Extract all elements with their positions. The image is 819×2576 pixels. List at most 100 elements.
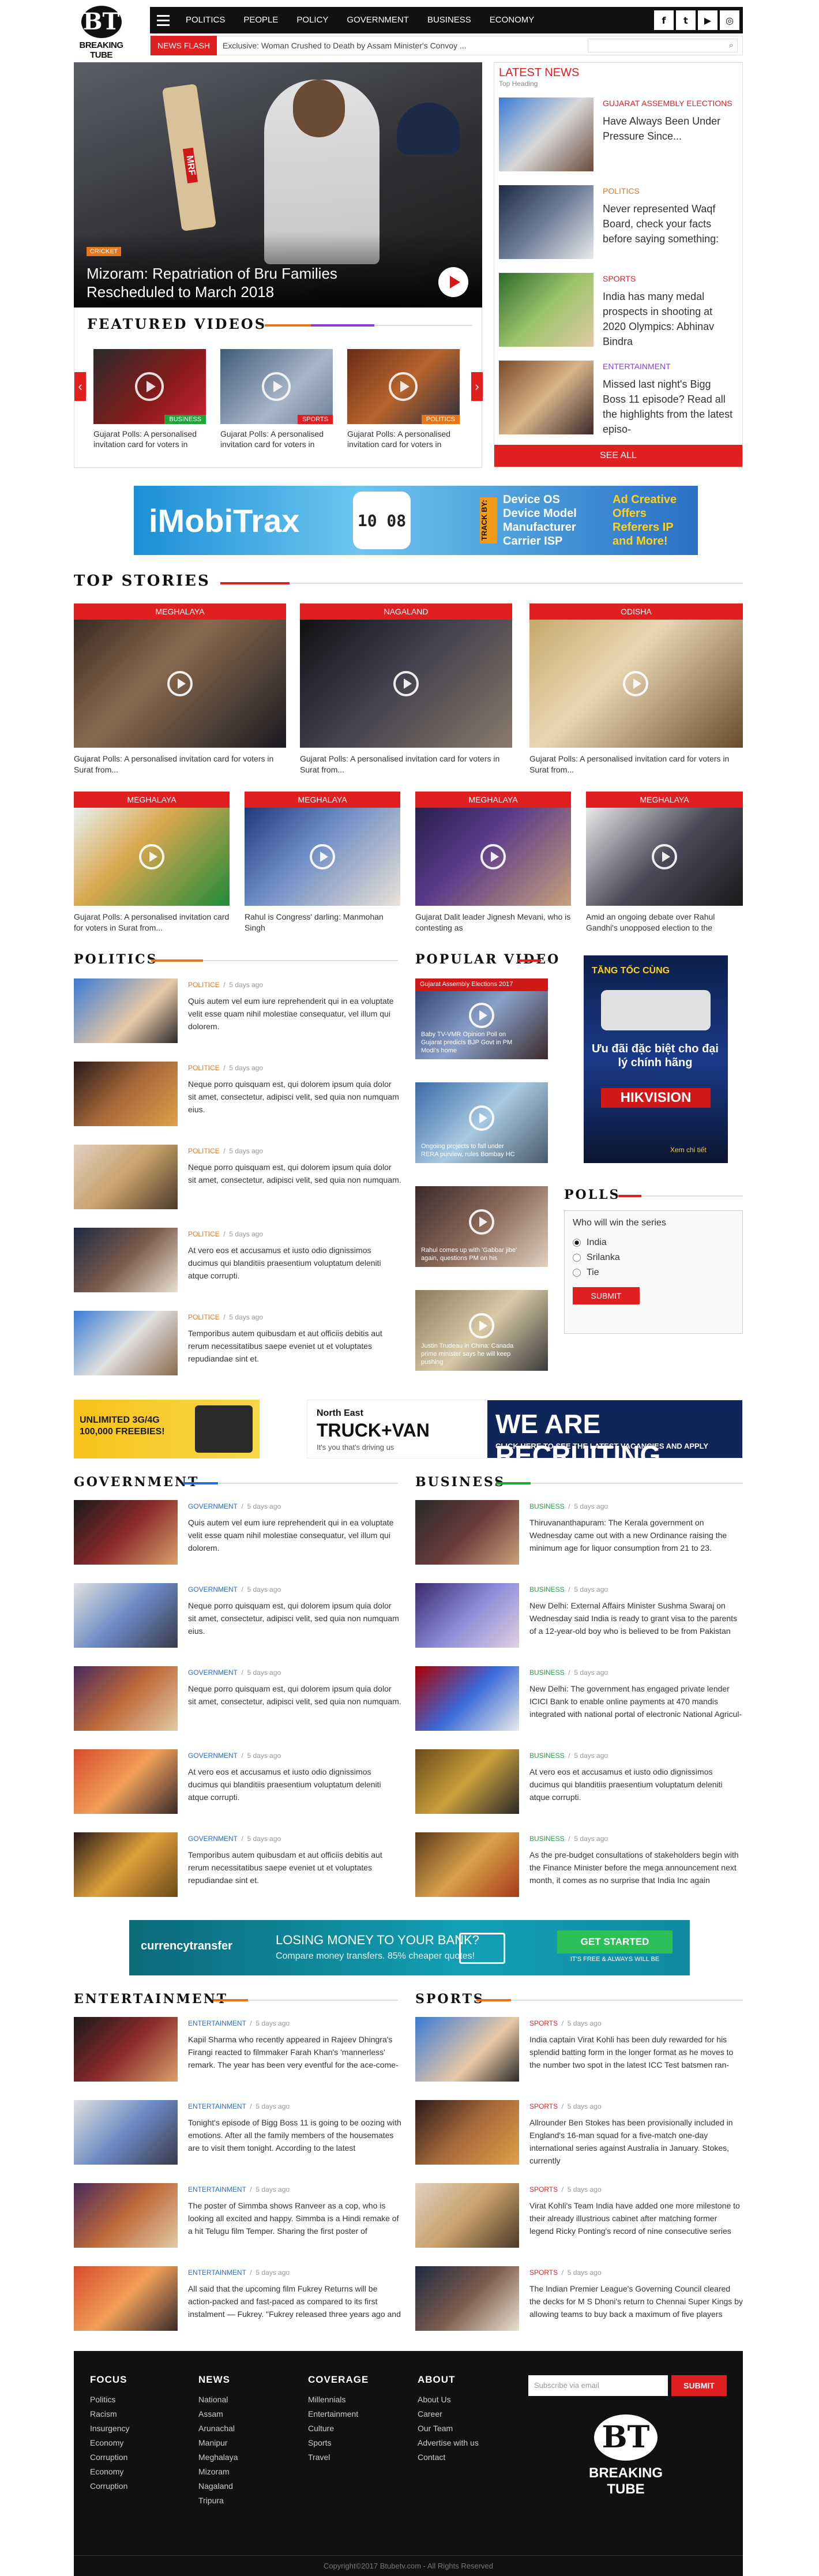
top-story-card[interactable]: NAGALAND Gujarat Polls: A personalised i…: [300, 603, 512, 775]
article-category[interactable]: SPORTS: [529, 2019, 558, 2027]
play-icon[interactable]: [469, 1209, 494, 1235]
story-region-label[interactable]: MEGHALAYA: [245, 792, 400, 808]
search-input[interactable]: ⌕: [588, 39, 738, 53]
story-caption[interactable]: Gujarat Polls: A personalised invitation…: [74, 912, 230, 933]
article-category[interactable]: POLITICE: [188, 1313, 220, 1321]
play-icon[interactable]: [469, 1313, 494, 1338]
radio-selected-icon[interactable]: [573, 1239, 581, 1247]
footer-link[interactable]: Arunachal: [198, 2421, 238, 2436]
news-flash-headline[interactable]: Exclusive: Woman Crushed to Death by Ass…: [217, 41, 588, 50]
card-caption[interactable]: Gujarat Polls: A personalised invitation…: [93, 429, 206, 449]
top-story-card[interactable]: MEGHALAYA Gujarat Polls: A personalised …: [74, 603, 286, 775]
footer-link[interactable]: Insurgency: [90, 2421, 129, 2436]
article-category[interactable]: SPORTS: [529, 2185, 558, 2193]
item-title[interactable]: India has many medal prospects in shooti…: [603, 289, 735, 349]
footer-link[interactable]: Travel: [308, 2450, 369, 2465]
list-item[interactable]: GOVERNMENT / 5 days ago Neque porro quisq…: [74, 1583, 399, 1648]
nav-politics[interactable]: POLITICS: [176, 7, 234, 33]
list-item[interactable]: BUSINESS / 5 days ago New Delhi: The gove…: [415, 1666, 742, 1731]
article-category[interactable]: POLITICE: [188, 1064, 220, 1072]
latest-news-item[interactable]: SPORTS India has many medal prospects in…: [499, 273, 740, 348]
list-item[interactable]: ENTERTAINMENT / 5 days ago All said that …: [74, 2266, 401, 2331]
list-item[interactable]: POLITICE / 5 days ago Temporibus autem qu…: [74, 1311, 397, 1375]
footer-link[interactable]: Corruption: [90, 2450, 129, 2465]
footer-link[interactable]: About Us: [418, 2393, 479, 2407]
footer-link[interactable]: Career: [418, 2407, 479, 2421]
footer-link[interactable]: Culture: [308, 2421, 369, 2436]
article-category[interactable]: POLITICE: [188, 1230, 220, 1238]
story-region-label[interactable]: NAGALAND: [300, 603, 512, 620]
play-icon[interactable]: [139, 844, 164, 869]
article-thumbnail[interactable]: [415, 2266, 519, 2331]
hikvision-ad-banner[interactable]: TĂNG TỐC CÙNG Ưu đãi đặc biệt cho đại lý…: [584, 955, 728, 1163]
popular-video-card[interactable]: Rahul comes up with 'Gabbar jibe' again,…: [415, 1186, 548, 1267]
article-thumbnail[interactable]: [415, 2017, 519, 2082]
play-icon[interactable]: [469, 1003, 494, 1028]
article-summary[interactable]: Thiruvananthapuram: The Kerala governmen…: [529, 1516, 743, 1554]
footer-link[interactable]: Contact: [418, 2450, 479, 2465]
story-caption[interactable]: Gujarat Dalit leader Jignesh Mevani, who…: [415, 912, 571, 933]
article-thumbnail[interactable]: [415, 1500, 519, 1565]
footer-link[interactable]: Assam: [198, 2407, 238, 2421]
site-logo[interactable]: BT BREAKING TUBE: [74, 6, 129, 60]
top-story-card[interactable]: MEGHALAYA Gujarat Polls: A personalised …: [74, 792, 230, 933]
poll-option-srilanka[interactable]: Srilanka: [565, 1250, 742, 1265]
recruiting-ad-banner[interactable]: North East TRUCK+VAN It's you that's dri…: [307, 1400, 743, 1458]
latest-news-item[interactable]: GUJARAT ASSEMBLY ELECTIONS Have Always B…: [499, 98, 740, 173]
article-thumbnail[interactable]: [74, 1228, 178, 1292]
nav-economy[interactable]: ECONOMY: [480, 7, 544, 33]
list-item[interactable]: POLITICE / 5 days ago Quis autem vel eum …: [74, 978, 397, 1043]
article-thumbnail[interactable]: [74, 1062, 178, 1126]
list-item[interactable]: GOVERNMENT / 5 days ago Neque porro quisq…: [74, 1666, 401, 1731]
article-category[interactable]: GOVERNMENT: [188, 1668, 238, 1677]
article-summary[interactable]: Quis autem vel eum iure reprehenderit qu…: [188, 1516, 401, 1554]
story-region-label[interactable]: ODISHA: [529, 603, 743, 620]
list-item[interactable]: BUSINESS / 5 days ago At vero eos et accu…: [415, 1749, 738, 1814]
list-item[interactable]: POLITICE / 5 days ago Neque porro quisqua…: [74, 1145, 401, 1209]
story-caption[interactable]: Amid an ongoing debate over Rahul Gandhi…: [586, 912, 743, 933]
list-item[interactable]: BUSINESS / 5 days ago New Delhi: External…: [415, 1583, 738, 1648]
article-thumbnail[interactable]: [74, 2100, 178, 2165]
article-summary[interactable]: At vero eos et accusamus et iusto odio d…: [188, 1244, 401, 1282]
poll-option-india[interactable]: India: [565, 1235, 742, 1250]
article-category[interactable]: ENTERTAINMENT: [188, 2019, 246, 2027]
article-summary[interactable]: Virat Kohli's Team India have added one …: [529, 2199, 743, 2237]
list-item[interactable]: SPORTS / 5 days ago Allrounder Ben Stokes…: [415, 2100, 738, 2165]
article-category[interactable]: BUSINESS: [529, 1752, 565, 1760]
article-category[interactable]: BUSINESS: [529, 1668, 565, 1677]
footer-link[interactable]: Our Team: [418, 2421, 479, 2436]
list-item[interactable]: GOVERNMENT / 5 days ago Quis autem vel eu…: [74, 1500, 397, 1565]
video-caption[interactable]: Rahul comes up with 'Gabbar jibe' again,…: [421, 1246, 519, 1262]
article-thumbnail[interactable]: [415, 1583, 519, 1648]
list-item[interactable]: GOVERNMENT / 5 days ago Temporibus autem …: [74, 1832, 397, 1897]
article-summary[interactable]: All said that the upcoming film Fukrey R…: [188, 2282, 401, 2320]
featured-prev-button[interactable]: ‹: [74, 372, 86, 401]
article-summary[interactable]: New Delhi: External Affairs Minister Sus…: [529, 1599, 743, 1637]
ct-get-started-button[interactable]: GET STARTED: [557, 1930, 673, 1953]
footer-link[interactable]: Advertise with us: [418, 2436, 479, 2450]
story-caption[interactable]: Gujarat Polls: A personalised invitation…: [300, 753, 512, 775]
article-summary[interactable]: New Delhi: The government has engaged pr…: [529, 1682, 743, 1720]
play-icon[interactable]: [480, 844, 506, 869]
story-caption[interactable]: Gujarat Polls: A personalised invitation…: [529, 753, 743, 775]
item-title[interactable]: Missed last night's Bigg Boss 11 episode…: [603, 377, 735, 437]
list-item[interactable]: ENTERTAINMENT / 5 days ago Kapil Sharma w…: [74, 2017, 399, 2082]
article-summary[interactable]: Temporibus autem quibusdam et aut offici…: [188, 1848, 401, 1887]
nav-business[interactable]: BUSINESS: [418, 7, 480, 33]
play-icon[interactable]: [389, 372, 418, 401]
story-region-label[interactable]: MEGHALAYA: [74, 603, 286, 620]
ad-detail-link[interactable]: Xem chi tiết: [670, 1146, 707, 1154]
article-summary[interactable]: Neque porro quisquam est, qui dolorem ip…: [188, 1161, 401, 1186]
instagram-icon[interactable]: ◎: [720, 10, 739, 30]
facebook-icon[interactable]: f: [654, 10, 674, 30]
footer-link[interactable]: Politics: [90, 2393, 129, 2407]
article-thumbnail[interactable]: [415, 2183, 519, 2248]
story-region-label[interactable]: MEGHALAYA: [415, 792, 571, 808]
item-category[interactable]: ENTERTAINMENT: [603, 362, 671, 371]
hero-play-icon[interactable]: [438, 267, 468, 297]
poll-submit-button[interactable]: SUBMIT: [573, 1287, 640, 1304]
play-icon[interactable]: [623, 671, 648, 696]
article-summary[interactable]: Quis autem vel eum iure reprehenderit qu…: [188, 995, 401, 1033]
subscribe-email-input[interactable]: Subscribe via email: [528, 2375, 668, 2396]
article-thumbnail[interactable]: [74, 1500, 178, 1565]
